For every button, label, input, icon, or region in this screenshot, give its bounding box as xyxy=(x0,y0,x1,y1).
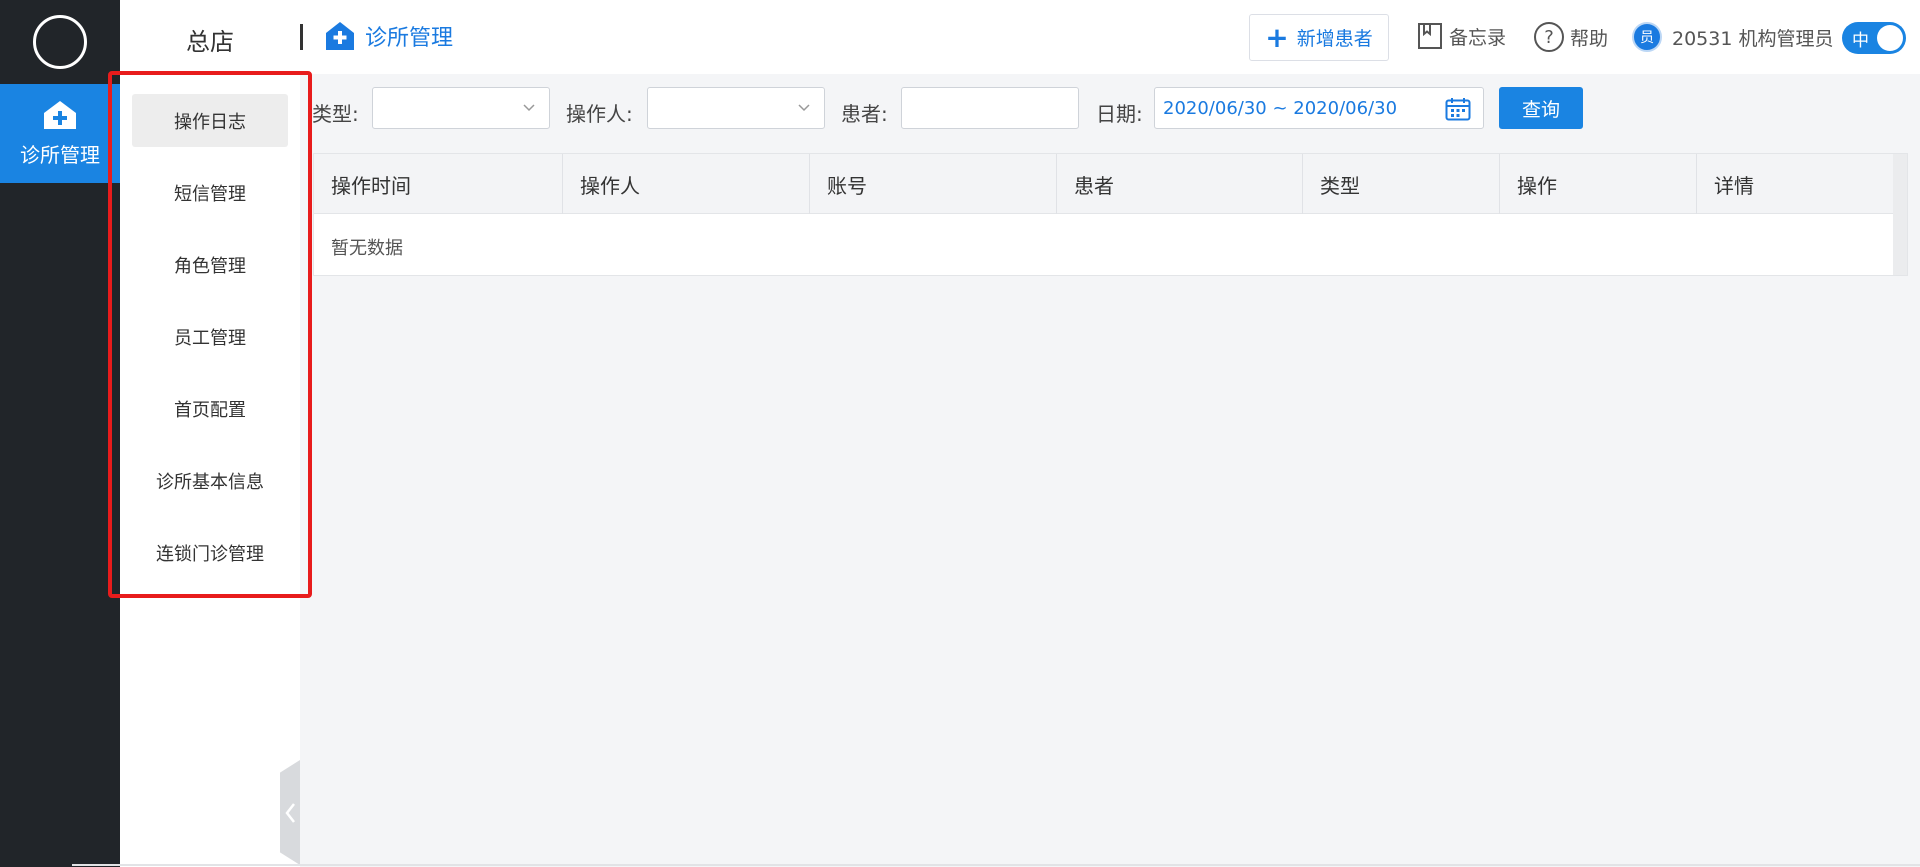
submenu-item-sms-management[interactable]: 短信管理 xyxy=(132,166,288,219)
type-select[interactable] xyxy=(372,87,550,129)
nav-module-label: 诊所管理 xyxy=(20,143,100,167)
type-filter-label: 类型: xyxy=(312,102,359,126)
add-patient-label: 新增患者 xyxy=(1296,28,1373,50)
question-icon: ? xyxy=(1534,22,1564,52)
main-nav-rail: 诊所管理 xyxy=(0,0,120,867)
query-button[interactable]: 查询 xyxy=(1499,87,1583,129)
column-header-operation-time: 操作时间 xyxy=(314,154,563,214)
language-toggle-label: 中 xyxy=(1852,30,1869,51)
chevron-down-icon xyxy=(523,104,535,112)
date-filter-label: 日期: xyxy=(1096,102,1143,126)
header-divider xyxy=(300,24,303,50)
patient-input[interactable] xyxy=(901,87,1079,129)
submenu-item-clinic-info[interactable]: 诊所基本信息 xyxy=(132,454,288,507)
patient-filter-label: 患者: xyxy=(841,102,888,126)
submenu-item-role-management[interactable]: 角色管理 xyxy=(132,238,288,291)
operation-log-table: 操作时间 操作人 账号 患者 类型 操作 详情 暂无数据 xyxy=(313,153,1908,276)
help-label: 帮助 xyxy=(1570,27,1609,50)
bottom-border xyxy=(72,864,1920,866)
memo-label: 备忘录 xyxy=(1449,26,1507,49)
column-header-type: 类型 xyxy=(1303,154,1500,214)
date-range-picker[interactable]: 2020/06/30 ~ 2020/06/30 xyxy=(1154,87,1484,129)
help-button[interactable]: ? 帮助 xyxy=(1534,22,1608,52)
breadcrumb: 诊所管理 xyxy=(325,20,453,52)
toggle-knob xyxy=(1877,25,1903,51)
table-header: 操作时间 操作人 账号 患者 类型 操作 详情 xyxy=(314,154,1895,214)
user-label: 20531 机构管理员 xyxy=(1672,27,1834,50)
operator-select[interactable] xyxy=(647,87,825,129)
collapse-sidebar-button[interactable] xyxy=(280,760,300,865)
breadcrumb-label: 诊所管理 xyxy=(365,26,454,51)
home-plus-icon xyxy=(44,101,76,129)
operator-filter-label: 操作人: xyxy=(566,102,633,126)
column-header-account: 账号 xyxy=(810,154,1057,214)
filter-bar: 类型: 操作人: 患者: 日期: 2020/06/30 ~ 2020/06/30… xyxy=(300,84,1920,134)
date-range-value: 2020/06/30 ~ 2020/06/30 xyxy=(1163,98,1398,119)
calendar-icon xyxy=(1445,98,1471,121)
user-menu[interactable]: 员 20531 机构管理员 xyxy=(1632,22,1833,52)
submenu-panel: 操作日志 短信管理 角色管理 员工管理 首页配置 诊所基本信息 连锁门诊管理 xyxy=(120,74,300,867)
column-header-operator: 操作人 xyxy=(563,154,810,214)
memo-button[interactable]: 备忘录 xyxy=(1417,22,1506,50)
store-name[interactable]: 总店 xyxy=(186,22,234,57)
column-header-action: 操作 xyxy=(1500,154,1697,214)
chevron-down-icon xyxy=(798,104,810,112)
avatar: 员 xyxy=(1632,22,1662,52)
home-plus-icon xyxy=(326,22,354,50)
submenu-item-operation-log[interactable]: 操作日志 xyxy=(132,94,288,147)
empty-state-text: 暂无数据 xyxy=(331,238,403,259)
add-patient-button[interactable]: + 新增患者 xyxy=(1249,14,1389,61)
submenu-item-home-config[interactable]: 首页配置 xyxy=(132,382,288,435)
chevron-left-icon xyxy=(285,802,295,823)
top-header: 总店 诊所管理 + 新增患者 备忘录 ? 帮助 员 20531 机构管理员 中 xyxy=(120,0,1920,74)
submenu-item-chain-clinic-management[interactable]: 连锁门诊管理 xyxy=(132,526,288,579)
submenu-item-staff-management[interactable]: 员工管理 xyxy=(132,310,288,363)
nav-module-clinic-management[interactable]: 诊所管理 xyxy=(0,84,120,183)
column-header-patient: 患者 xyxy=(1057,154,1303,214)
table-scrollbar[interactable] xyxy=(1893,154,1907,275)
bookmark-icon xyxy=(1418,23,1442,49)
language-toggle[interactable]: 中 xyxy=(1842,22,1906,54)
plus-icon: + xyxy=(1265,20,1289,54)
column-header-details: 详情 xyxy=(1697,154,1895,214)
logo xyxy=(33,15,87,69)
